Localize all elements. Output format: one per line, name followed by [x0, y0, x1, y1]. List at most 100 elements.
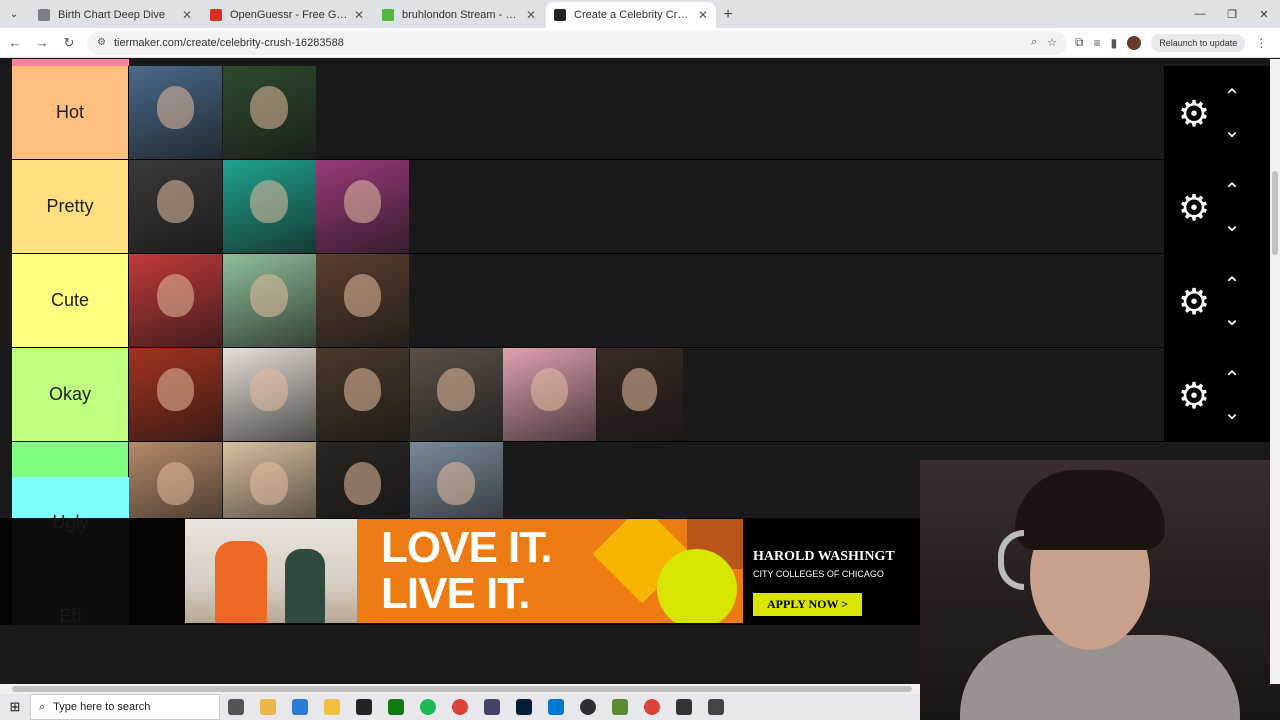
taskbar-photoshop-icon[interactable]: [508, 694, 540, 720]
minimize-button[interactable]: —: [1184, 0, 1216, 28]
gear-icon[interactable]: ⚙: [1174, 94, 1214, 134]
tier-controls: ⚙ ⌃ ⌄: [1164, 160, 1270, 254]
browser-tab[interactable]: Create a Celebrity Crush Tier Li ✕: [546, 2, 716, 28]
forward-button[interactable]: →: [30, 31, 54, 55]
tab-close-icon[interactable]: ✕: [354, 8, 364, 22]
browser-tab[interactable]: OpenGuessr - Free GeoGuessr ✕: [202, 2, 372, 28]
taskbar-terminal-icon[interactable]: [348, 694, 380, 720]
window-controls: — ❐ ✕: [1184, 0, 1280, 28]
celebrity-image[interactable]: [129, 160, 222, 253]
chevron-down-icon[interactable]: ⌄: [1220, 309, 1244, 329]
tab-search-icon[interactable]: ⌄: [0, 0, 28, 28]
chevron-down-icon[interactable]: ⌄: [1220, 403, 1244, 423]
close-window-button[interactable]: ✕: [1248, 0, 1280, 28]
gear-icon[interactable]: ⚙: [1174, 376, 1214, 416]
taskbar-search-box[interactable]: ⌕ Type here to search: [30, 694, 220, 720]
celebrity-image[interactable]: [222, 348, 316, 441]
taskbar-folder-icon[interactable]: [316, 694, 348, 720]
tab-title: Create a Celebrity Crush Tier Li: [574, 9, 692, 21]
tier-items[interactable]: [129, 254, 1164, 347]
celebrity-image[interactable]: [222, 160, 316, 253]
tier-label[interactable]: Pretty: [12, 160, 129, 253]
taskbar-obs-icon[interactable]: [572, 694, 604, 720]
zoom-icon[interactable]: ⌕: [1031, 36, 1037, 49]
tier-label[interactable]: Hot: [12, 66, 129, 159]
new-tab-button[interactable]: +: [716, 2, 740, 28]
webcam-overlay: [920, 460, 1280, 720]
ad-photo: [185, 519, 357, 623]
menu-icon[interactable]: ⋮: [1255, 36, 1267, 50]
celebrity-image[interactable]: [222, 66, 316, 159]
ad-headline-2: LIVE IT.: [381, 569, 530, 618]
site-info-icon[interactable]: ⚙: [97, 37, 106, 48]
taskbar-vscode-icon[interactable]: [540, 694, 572, 720]
gear-icon[interactable]: ⚙: [1174, 188, 1214, 228]
address-bar[interactable]: ⚙ tiermaker.com/create/celebrity-crush-1…: [87, 30, 1067, 55]
chevron-up-icon[interactable]: ⌃: [1220, 275, 1244, 295]
taskbar-vscode-blue-icon[interactable]: [284, 694, 316, 720]
windows-start-icon[interactable]: ⊞: [0, 699, 30, 715]
tab-close-icon[interactable]: ✕: [182, 8, 192, 22]
chevron-up-icon[interactable]: ⌃: [1220, 369, 1244, 389]
taskbar-file-explorer-icon[interactable]: [252, 694, 284, 720]
tier-row: Pretty: [12, 160, 1164, 254]
gear-icon[interactable]: ⚙: [1174, 282, 1214, 322]
taskbar-davinci-icon[interactable]: [476, 694, 508, 720]
celebrity-image[interactable]: [316, 254, 409, 347]
browser-tab[interactable]: bruhlondon Stream - Watch Li ✕: [374, 2, 544, 28]
taskbar-search-placeholder: Type here to search: [53, 701, 151, 713]
vertical-scroll-thumb[interactable]: [1272, 171, 1278, 255]
chevron-down-icon[interactable]: ⌄: [1220, 121, 1244, 141]
chevron-down-icon[interactable]: ⌄: [1220, 215, 1244, 235]
taskbar-clock-icon[interactable]: [668, 694, 700, 720]
profile-avatar[interactable]: [1127, 35, 1142, 50]
ad-headline-panel: LOVE IT. LIVE IT.: [357, 519, 743, 623]
taskbar-calculator-icon[interactable]: [700, 694, 732, 720]
celebrity-image[interactable]: [503, 348, 596, 441]
back-button[interactable]: ←: [3, 31, 27, 55]
browser-tab[interactable]: Birth Chart Deep Dive ✕: [30, 2, 200, 28]
bookmark-star-icon[interactable]: ☆: [1047, 36, 1057, 49]
chevron-up-icon[interactable]: ⌃: [1220, 87, 1244, 107]
taskbar-minecraft-icon[interactable]: [604, 694, 636, 720]
tier-label[interactable]: Okay: [12, 348, 129, 441]
ad-org-name: HAROLD WASHINGT: [753, 549, 895, 564]
tier-items[interactable]: [129, 160, 1164, 253]
ad-headline-1: LOVE IT.: [381, 523, 552, 572]
celebrity-image[interactable]: [316, 160, 409, 253]
tab-favicon-icon: [210, 9, 222, 21]
horizontal-scroll-thumb[interactable]: [12, 686, 912, 692]
celebrity-image[interactable]: [129, 254, 222, 347]
relaunch-button[interactable]: Relaunch to update: [1151, 33, 1246, 52]
tier-items[interactable]: [129, 66, 1164, 159]
tier-items[interactable]: [129, 348, 1164, 441]
url-text[interactable]: tiermaker.com/create/celebrity-crush-162…: [114, 37, 1021, 49]
reading-list-icon[interactable]: ≡: [1094, 36, 1101, 50]
taskbar-spotify-icon[interactable]: [412, 694, 444, 720]
taskbar-task-view-icon[interactable]: [220, 694, 252, 720]
celebrity-image[interactable]: [129, 66, 222, 159]
maximize-button[interactable]: ❐: [1216, 0, 1248, 28]
taskbar-xbox-icon[interactable]: [380, 694, 412, 720]
advertisement-banner[interactable]: LOVE IT. LIVE IT. HAROLD WASHINGT CITY C…: [185, 519, 920, 623]
extensions-icon[interactable]: ⧉: [1075, 35, 1084, 50]
tier-controls: ⚙ ⌃ ⌄: [1164, 348, 1270, 442]
celebrity-image[interactable]: [596, 348, 683, 441]
tab-close-icon[interactable]: ✕: [526, 8, 536, 22]
apply-now-button[interactable]: APPLY NOW >: [753, 593, 863, 616]
celebrity-image[interactable]: [222, 254, 316, 347]
celebrity-image[interactable]: [316, 348, 409, 441]
tier-row: Cute: [12, 254, 1164, 348]
celebrity-image[interactable]: [129, 348, 222, 441]
horizontal-scrollbar[interactable]: [0, 684, 920, 694]
celebrity-image[interactable]: [409, 348, 503, 441]
reload-button[interactable]: ↻: [57, 31, 81, 55]
taskbar-chrome-icon[interactable]: [444, 694, 476, 720]
chevron-up-icon[interactable]: ⌃: [1220, 181, 1244, 201]
taskbar-chrome-active-icon[interactable]: [636, 694, 668, 720]
vertical-scrollbar[interactable]: [1270, 59, 1280, 684]
tier-label[interactable]: Cute: [12, 254, 129, 347]
side-panel-icon[interactable]: ▮: [1111, 36, 1118, 50]
tier-row: Hot: [12, 66, 1164, 160]
tab-close-icon[interactable]: ✕: [698, 8, 708, 22]
